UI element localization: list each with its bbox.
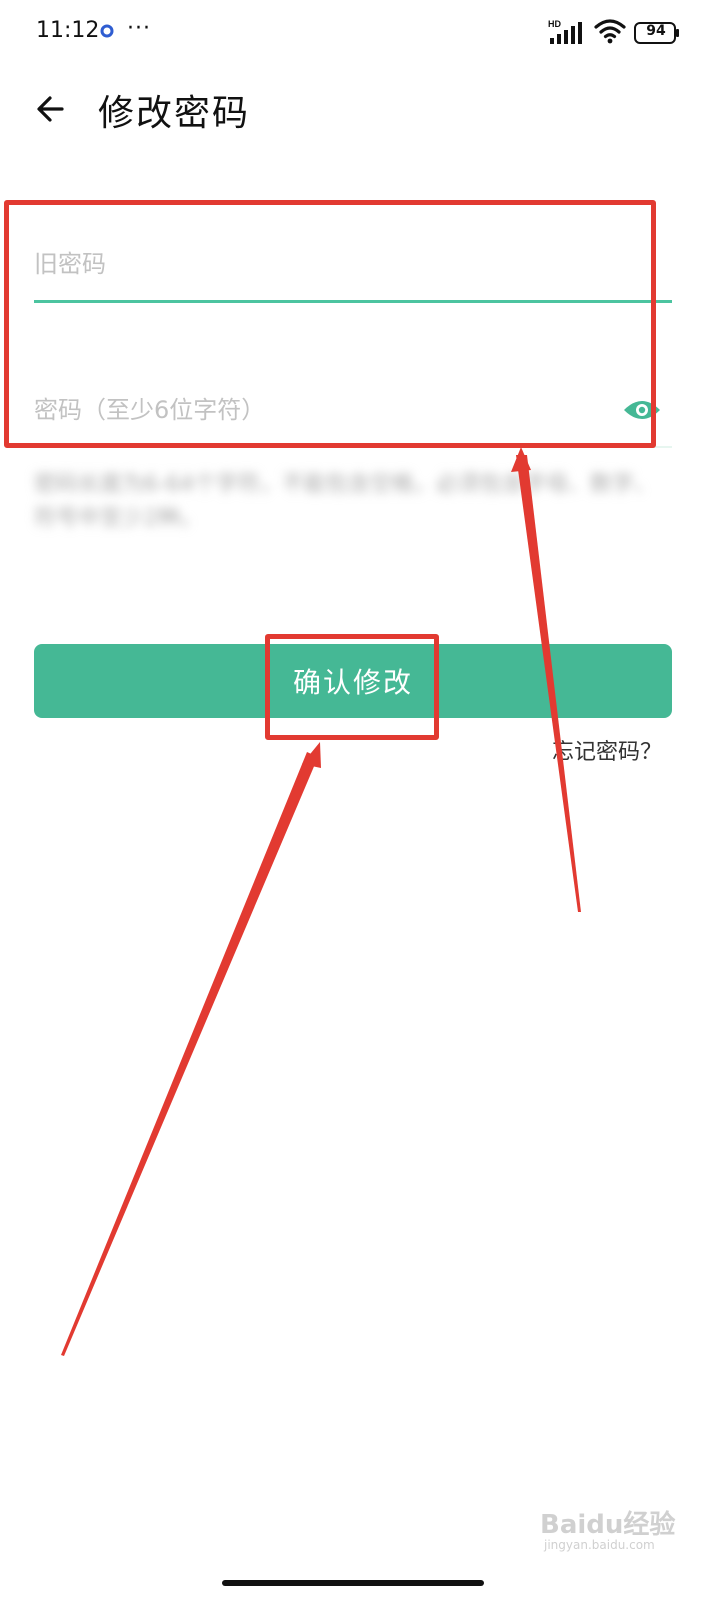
- header: 修改密码: [0, 70, 720, 150]
- annotation-box-button: [265, 634, 439, 740]
- back-arrow-icon[interactable]: [26, 84, 76, 134]
- home-indicator[interactable]: [222, 1580, 484, 1586]
- wifi-icon: [594, 19, 626, 44]
- more-notifications-icon: ···: [127, 16, 151, 41]
- battery-level: 94: [646, 23, 666, 39]
- status-bar: 11:12 ··· HD 94: [0, 0, 720, 64]
- signal-icon: HD: [548, 19, 582, 44]
- annotation-box-fields: [4, 200, 656, 448]
- watermark-sub: jingyan.baidu.com: [544, 1538, 655, 1552]
- forgot-password-link[interactable]: 忘记密码？: [552, 734, 662, 766]
- status-time: 11:12: [36, 18, 100, 43]
- watermark-text: Baidu经验: [540, 1510, 676, 1540]
- annotation-arrowhead-button: [302, 742, 321, 768]
- page-title: 修改密码: [98, 93, 251, 134]
- password-hint: 密码长度为6-64个字符，不能包含空格，必须包含字母、数字、符号中至少2种。: [34, 472, 656, 531]
- app-notification-icon: [100, 24, 114, 38]
- baidu-watermark: Baidu经验 jingyan.baidu.com: [540, 1498, 680, 1558]
- annotation-arrow-button: [61, 752, 318, 1356]
- network-label: HD: [548, 19, 561, 29]
- screen: 11:12 ··· HD 94 修改密码 密码长度为6-64个字符，不能包含空格…: [0, 0, 720, 1600]
